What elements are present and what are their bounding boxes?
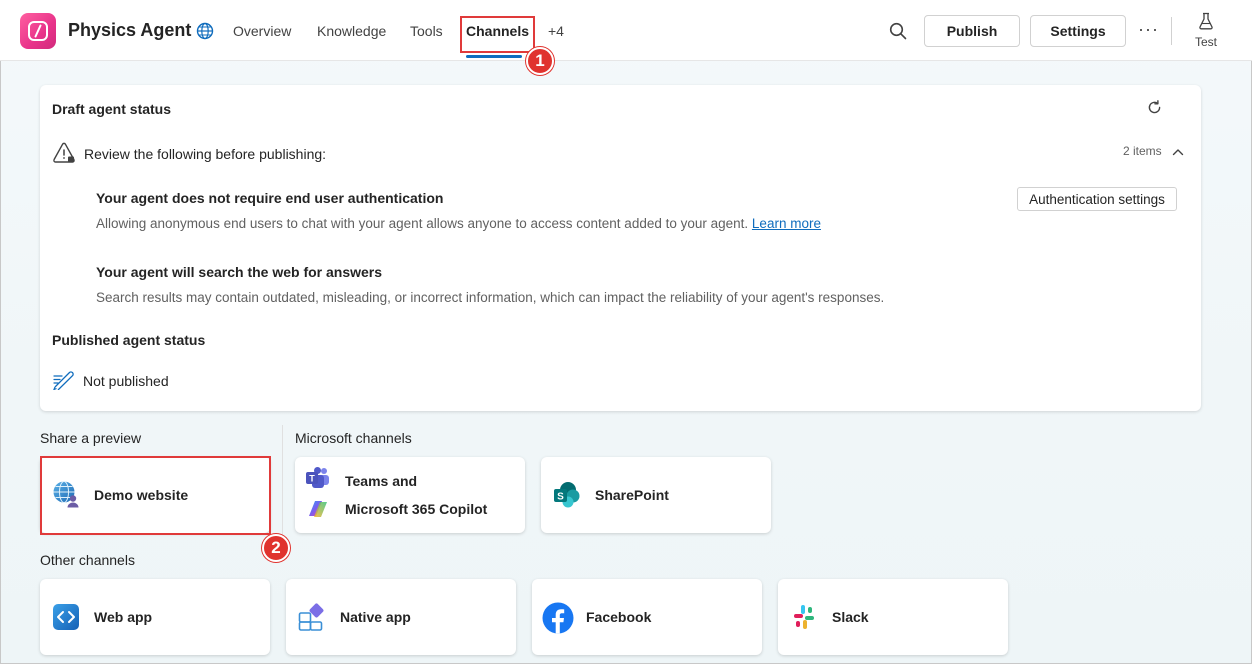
refresh-icon[interactable] — [1146, 99, 1163, 116]
flask-icon — [1199, 12, 1213, 30]
slack-label: Slack — [832, 609, 869, 625]
teams-label-line1: Teams and — [345, 473, 418, 489]
native-app-icon — [298, 603, 324, 631]
agent-title: Physics Agent — [68, 20, 192, 40]
search-icon[interactable] — [888, 21, 908, 41]
facebook-icon — [542, 602, 574, 634]
more-options-icon[interactable]: ··· — [1138, 19, 1159, 40]
pencil-not-published-icon — [53, 371, 74, 390]
web-search-warning-description: Search results may contain outdated, mis… — [96, 290, 885, 305]
agent-status-card: Draft agent status Review the following … — [40, 85, 1201, 411]
settings-button[interactable]: Settings — [1030, 15, 1126, 47]
step-badge-1: 1 — [526, 47, 554, 75]
published-status-value: Not published — [83, 373, 169, 389]
slack-icon — [794, 605, 814, 629]
auth-warning-title: Your agent does not require end user aut… — [96, 190, 444, 206]
channel-tile-native-app[interactable]: Native app — [286, 579, 516, 655]
items-count: 2 items — [1123, 144, 1162, 158]
published-status-title: Published agent status — [52, 332, 206, 348]
channel-tile-teams-copilot[interactable]: T Teams and Microsoft 365 Copilot — [295, 457, 525, 533]
teams-label-line2: Microsoft 365 Copilot — [345, 501, 488, 517]
auth-warning-text: Allowing anonymous end users to chat wit… — [96, 216, 749, 231]
learn-more-link[interactable]: Learn more — [752, 216, 821, 231]
sharepoint-icon: S — [554, 482, 580, 508]
agent-logo-icon — [20, 13, 56, 49]
web-search-warning-title: Your agent will search the web for answe… — [96, 264, 383, 280]
tab-knowledge[interactable]: Knowledge — [317, 23, 386, 39]
publish-button[interactable]: Publish — [924, 15, 1020, 47]
channel-tile-sharepoint[interactable]: S SharePoint — [541, 457, 771, 533]
svg-text:T: T — [309, 474, 315, 484]
auth-warning-description: Allowing anonymous end users to chat wit… — [96, 216, 821, 231]
step-badge-2: 2 — [262, 534, 290, 562]
svg-text:S: S — [557, 492, 564, 503]
channel-tile-web-app[interactable]: Web app — [40, 579, 270, 655]
microsoft-365-copilot-icon — [309, 501, 327, 517]
highlight-box-demo-website — [40, 456, 271, 535]
microsoft-channels-title: Microsoft channels — [295, 430, 412, 446]
review-label: Review the following before publishing: — [84, 146, 327, 162]
share-preview-title: Share a preview — [40, 430, 142, 446]
test-button[interactable]: Test — [1190, 12, 1222, 49]
top-bar: Physics Agent Overview Knowledge Tools C… — [0, 0, 1252, 75]
globe-icon[interactable] — [196, 22, 214, 40]
test-label: Test — [1194, 35, 1217, 49]
channel-tile-slack[interactable]: Slack — [778, 579, 1008, 655]
highlight-box-channels — [460, 16, 535, 53]
tab-more-overflow[interactable]: +4 — [548, 23, 564, 39]
active-tab-indicator — [466, 55, 522, 58]
header-divider — [1171, 17, 1172, 45]
draft-status-title: Draft agent status — [52, 101, 172, 117]
tab-tools[interactable]: Tools — [410, 23, 443, 39]
other-channels-title: Other channels — [40, 552, 135, 568]
native-app-label: Native app — [340, 609, 411, 625]
section-divider — [282, 425, 283, 540]
chevron-up-icon[interactable] — [1171, 145, 1185, 159]
warning-icon — [53, 142, 75, 163]
tab-overview[interactable]: Overview — [233, 23, 291, 39]
web-app-icon — [53, 604, 79, 630]
teams-icon: T — [306, 467, 329, 488]
sharepoint-label: SharePoint — [595, 487, 669, 503]
authentication-settings-button[interactable]: Authentication settings — [1017, 187, 1177, 211]
channel-tile-facebook[interactable]: Facebook — [532, 579, 762, 655]
facebook-label: Facebook — [586, 609, 652, 625]
web-app-label: Web app — [94, 609, 153, 625]
